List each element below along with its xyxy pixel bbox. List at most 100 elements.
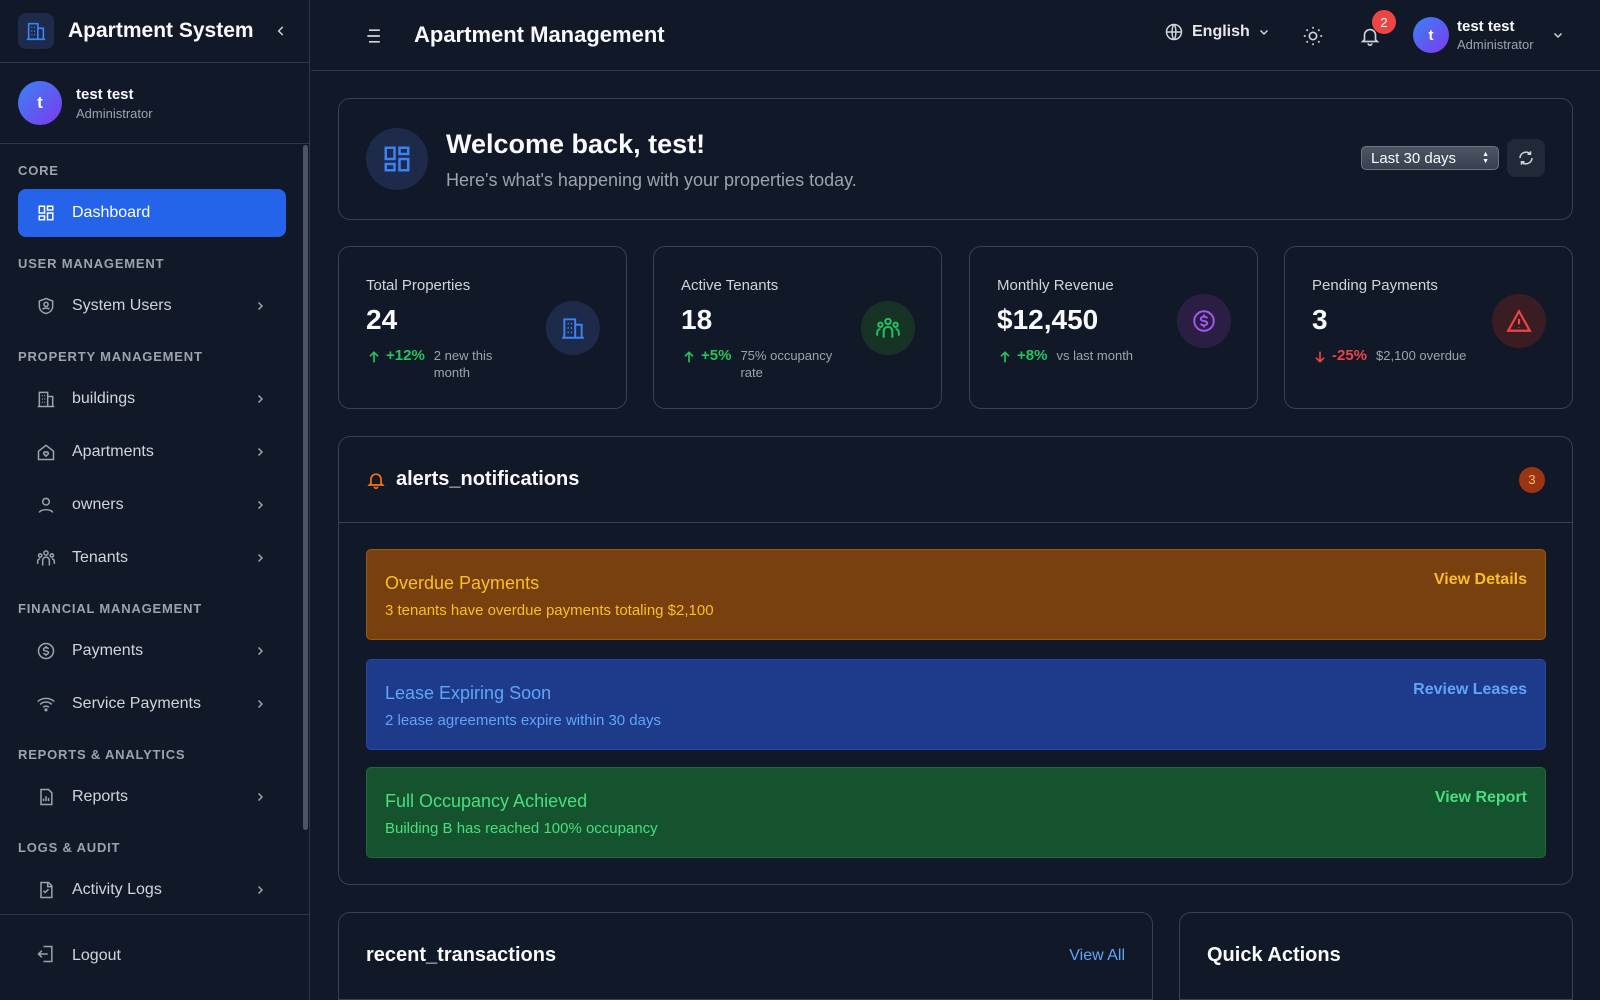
stat-note: 2 new this month [433,348,493,380]
refresh-icon [1519,151,1533,165]
view-report-link[interactable]: View Report [1435,789,1527,807]
stat-note: vs last month [1056,348,1134,363]
avatar[interactable]: t [18,81,62,125]
stat-card-active-tenants[interactable]: Active Tenants 18 +5% 75% occupancy rate [653,246,942,409]
theme-toggle-button[interactable] [1301,24,1325,48]
stat-value: 3 [1312,304,1328,335]
dollar-circle-icon [1177,294,1231,348]
section-label-user-management: USER MANAGEMENT [18,256,165,271]
sidebar-item-apartments[interactable]: Apartments [18,428,286,476]
sidebar-item-payments[interactable]: Payments [18,627,286,675]
sidebar-item-label: Reports [72,788,129,805]
quick-actions-card: Quick Actions [1179,912,1573,1000]
users-icon [36,548,56,568]
user-name: test test [1457,18,1515,35]
sidebar-item-activity-logs[interactable]: Activity Logs [18,866,286,914]
period-select[interactable]: Last 30 days ▲ ▼ [1361,146,1499,170]
sidebar-item-buildings[interactable]: buildings [18,375,286,423]
chevron-right-icon [252,444,268,460]
dashboard-icon [36,203,56,223]
view-details-link[interactable]: View Details [1434,571,1527,589]
sidebar-item-system-users[interactable]: System Users [18,282,286,330]
stat-value: 24 [366,304,398,335]
recent-transactions-title: recent_transactions [366,944,557,966]
select-arrows-icon: ▲ ▼ [1482,151,1489,165]
sidebar-header: Apartment System [0,0,309,63]
period-select-value: Last 30 days [1371,149,1457,167]
sidebar-item-owners[interactable]: owners [18,481,286,529]
arrow-up-icon [1000,351,1010,363]
chevron-right-icon [252,550,268,566]
sidebar-scrollbar[interactable] [303,145,308,830]
language-label: English [1192,23,1250,40]
notification-count-badge: 2 [1372,10,1396,34]
stat-value: $12,450 [997,304,1099,335]
chevron-right-icon [252,391,268,407]
stat-trend: +8% vs last month [997,347,1133,367]
stat-card-pending-payments[interactable]: Pending Payments 3 -25% $2,100 overdue [1284,246,1573,409]
alert-title: Lease Expiring Soon [385,683,552,703]
arrow-down-icon [1315,351,1325,363]
sidebar-item-label: Activity Logs [72,881,162,898]
stat-trend: +12% 2 new this month [366,347,524,381]
sidebar-item-tenants[interactable]: Tenants [18,534,286,582]
stat-note: $2,100 overdue [1376,348,1467,363]
home-heart-icon [36,442,56,462]
stat-change: +12% [386,347,425,364]
alert-full-occupancy: Full Occupancy Achieved Building B has r… [366,767,1546,858]
logout-button[interactable]: Logout [18,932,286,980]
app-logo-icon [18,13,54,49]
section-label-reports-analytics: REPORTS & ANALYTICS [18,747,186,762]
alert-description: 2 lease agreements expire within 30 days [385,712,661,729]
sidebar-footer: Logout [0,914,310,1000]
arrow-up-icon [684,351,694,363]
sidebar-item-label: owners [72,496,124,513]
chevron-right-icon [252,643,268,659]
stat-card-monthly-revenue[interactable]: Monthly Revenue $12,450 +8% vs last mont… [969,246,1258,409]
view-all-link[interactable]: View All [1069,947,1125,965]
building-icon [36,389,56,409]
chevron-right-icon [252,696,268,712]
stat-change: +8% [1017,347,1048,364]
collapse-sidebar-button[interactable] [271,21,291,41]
app-title: Apartment System [68,19,254,42]
top-bar: Apartment Management English 2 t test te… [311,0,1600,71]
alert-description: 3 tenants have overdue payments totaling… [385,602,714,619]
chevron-right-icon [252,882,268,898]
user-role: Administrator [1457,37,1534,52]
menu-icon [367,29,380,43]
section-label-core: CORE [18,163,59,178]
refresh-button[interactable] [1507,139,1545,177]
warning-icon [1492,294,1546,348]
stat-change: -25% [1332,347,1368,364]
stat-label: Monthly Revenue [997,277,1114,294]
section-label-logs-audit: LOGS & AUDIT [18,840,121,855]
users-icon [861,301,915,355]
sidebar-item-service-payments[interactable]: Service Payments [18,680,286,728]
alerts-title: alerts_notifications [396,468,580,490]
stat-note: 75% occupancy rate [740,348,833,380]
alert-description: Building B has reached 100% occupancy [385,820,658,837]
user-menu[interactable]: t test test Administrator [1413,17,1568,53]
alerts-panel: alerts_notifications 3 Overdue Payments … [338,436,1573,885]
alerts-header: alerts_notifications 3 [339,437,1572,523]
sidebar-item-label: Payments [72,642,144,659]
sun-icon [1303,26,1323,46]
dollar-circle-icon [36,641,56,661]
chevron-down-icon [1259,29,1268,36]
avatar: t [1413,17,1449,53]
stat-change: +5% [701,347,732,364]
alert-overdue-payments: Overdue Payments 3 tenants have overdue … [366,549,1546,640]
sidebar-item-dashboard[interactable]: Dashboard [18,189,286,237]
language-selector[interactable]: English [1164,22,1270,42]
review-leases-link[interactable]: Review Leases [1413,681,1527,699]
globe-icon [1165,23,1183,41]
stat-value: 18 [681,304,713,335]
section-label-financial-management: FINANCIAL MANAGEMENT [18,601,203,616]
stat-card-total-properties[interactable]: Total Properties 24 +12% 2 new this mont… [338,246,627,409]
shield-user-icon [36,296,56,316]
arrow-up-icon [369,351,379,363]
chevron-down-icon [1552,27,1568,43]
sidebar-item-reports[interactable]: Reports [18,773,286,821]
menu-toggle-button[interactable] [363,25,385,47]
